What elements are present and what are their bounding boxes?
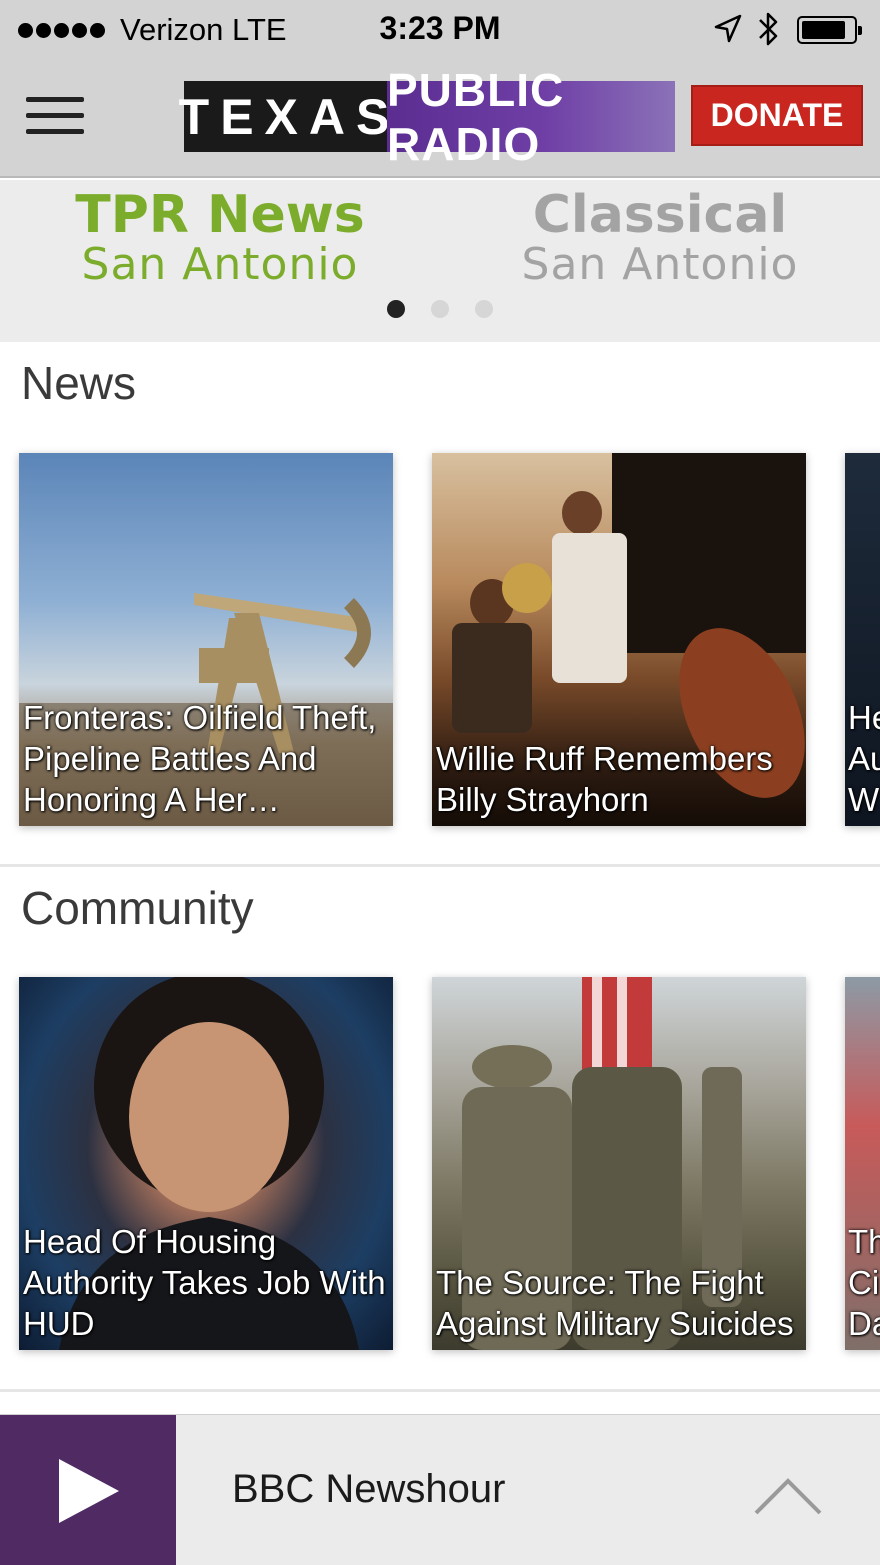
station-name: Classical (532, 185, 788, 245)
hamburger-menu-icon[interactable] (26, 97, 84, 137)
community-card-partial[interactable]: Th Ci Da (845, 977, 880, 1350)
section-divider (0, 864, 880, 867)
status-time: 3:23 PM (379, 10, 501, 46)
donate-button[interactable]: DONATE (691, 85, 863, 146)
chevron-up-icon[interactable] (752, 1473, 824, 1517)
station-switcher: TPR News San Antonio Classical San Anton… (0, 180, 880, 342)
page-indicator (0, 300, 880, 318)
community-card[interactable]: The Source: The Fight Against Military S… (432, 977, 806, 1350)
battery-icon (797, 16, 862, 44)
page-dot-active[interactable] (387, 300, 405, 318)
texas-public-radio-logo: TEXAS PUBLIC RADIO (179, 64, 675, 170)
news-card[interactable]: Fronteras: Oilfield Theft, Pipeline Batt… (19, 453, 393, 826)
station-classical[interactable]: Classical San Antonio (500, 188, 820, 288)
station-name: TPR News (75, 185, 365, 245)
news-card[interactable]: Willie Ruff Remembers Billy Strayhorn (432, 453, 806, 826)
now-playing-bar: BBC Newshour (0, 1414, 880, 1565)
play-icon (59, 1458, 119, 1523)
section-title-community: Community (21, 882, 254, 934)
section-divider (0, 1389, 880, 1392)
card-caption: The Source: The Fight Against Military S… (436, 1264, 794, 1342)
card-caption: Head Of Housing Authority Takes Job With… (23, 1223, 386, 1342)
now-playing-title: BBC Newshour (232, 1467, 506, 1511)
card-caption: Willie Ruff Remembers Billy Strayhorn (436, 740, 773, 818)
status-bar: Verizon LTE 3:23 PM (0, 0, 880, 62)
logo-texas-text: TEXAS (179, 81, 389, 152)
card-caption: Th Ci Da (848, 1223, 880, 1342)
card-caption: He Au W (848, 699, 880, 818)
app-header: TEXAS PUBLIC RADIO DONATE (0, 62, 880, 178)
card-caption: Fronteras: Oilfield Theft, Pipeline Batt… (23, 699, 377, 818)
play-button[interactable] (0, 1415, 176, 1565)
station-tpr-news[interactable]: TPR News San Antonio (60, 188, 380, 288)
community-card[interactable]: Head Of Housing Authority Takes Job With… (19, 977, 393, 1350)
page-dot[interactable] (431, 300, 449, 318)
page-dot[interactable] (475, 300, 493, 318)
station-city: San Antonio (81, 239, 359, 290)
logo-public-radio-text: PUBLIC RADIO (387, 64, 675, 170)
station-city: San Antonio (521, 239, 799, 290)
section-title-news: News (21, 357, 137, 409)
location-arrow-icon (714, 14, 742, 43)
bluetooth-icon (759, 12, 778, 46)
news-card-partial[interactable]: He Au W (845, 453, 880, 826)
